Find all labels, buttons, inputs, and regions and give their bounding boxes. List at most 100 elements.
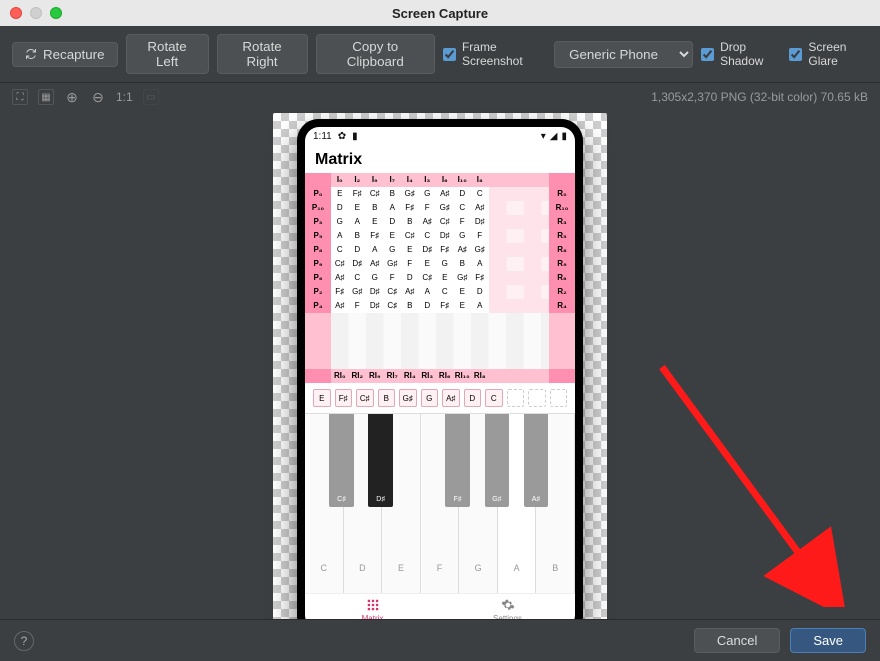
matrix-cell[interactable]: E bbox=[331, 187, 349, 201]
white-key[interactable]: G bbox=[459, 414, 498, 593]
white-key[interactable]: C bbox=[305, 414, 344, 593]
matrix-cell[interactable]: A bbox=[366, 243, 384, 257]
matrix-cell[interactable]: F♯ bbox=[436, 299, 454, 313]
matrix-cell[interactable]: C♯ bbox=[384, 299, 402, 313]
matrix-cell[interactable]: B bbox=[454, 257, 472, 271]
matrix-cell[interactable]: A bbox=[349, 215, 367, 229]
matrix-cell[interactable]: A bbox=[471, 299, 489, 313]
matrix-cell[interactable]: C♯ bbox=[436, 215, 454, 229]
matrix-cell[interactable]: F♯ bbox=[471, 271, 489, 285]
matrix-cell[interactable]: G bbox=[419, 187, 437, 201]
zoom-fit-icon[interactable]: ⛶ bbox=[12, 89, 28, 105]
matrix-cell[interactable]: A bbox=[331, 229, 349, 243]
matrix-cell[interactable]: C bbox=[454, 201, 472, 215]
matrix-cell[interactable]: C♯ bbox=[366, 187, 384, 201]
note-chip[interactable]: C♯ bbox=[356, 389, 374, 407]
matrix-cell[interactable]: D bbox=[331, 201, 349, 215]
matrix-cell[interactable]: G♯ bbox=[384, 257, 402, 271]
matrix-cell[interactable]: B bbox=[401, 215, 419, 229]
matrix-cell[interactable]: G♯ bbox=[436, 201, 454, 215]
matrix-cell[interactable]: D bbox=[471, 285, 489, 299]
matrix-cell[interactable]: A bbox=[419, 285, 437, 299]
matrix-cell[interactable]: F♯ bbox=[366, 229, 384, 243]
matrix-cell[interactable]: C bbox=[331, 243, 349, 257]
rotate-right-button[interactable]: Rotate Right bbox=[217, 34, 308, 74]
matrix-cell[interactable]: G♯ bbox=[349, 285, 367, 299]
matrix-cell[interactable]: C♯ bbox=[419, 271, 437, 285]
matrix-cell[interactable]: G bbox=[436, 257, 454, 271]
frame-checkbox-input[interactable] bbox=[443, 48, 456, 61]
matrix-cell[interactable]: D bbox=[349, 243, 367, 257]
white-key[interactable]: F bbox=[421, 414, 460, 593]
matrix-cell[interactable]: F♯ bbox=[436, 243, 454, 257]
device-select[interactable]: Generic Phone bbox=[554, 41, 693, 68]
matrix-cell[interactable]: F♯ bbox=[401, 201, 419, 215]
matrix-cell[interactable]: E bbox=[454, 285, 472, 299]
matrix-cell[interactable]: C♯ bbox=[384, 285, 402, 299]
matrix-cell[interactable]: A bbox=[384, 201, 402, 215]
note-chip-empty[interactable] bbox=[528, 389, 546, 407]
matrix-cell[interactable]: A♯ bbox=[331, 271, 349, 285]
matrix-cell[interactable]: F bbox=[349, 299, 367, 313]
matrix-cell[interactable]: G♯ bbox=[454, 271, 472, 285]
note-chip[interactable]: G bbox=[421, 389, 439, 407]
matrix-cell[interactable]: E bbox=[436, 271, 454, 285]
matrix-cell[interactable]: G♯ bbox=[471, 243, 489, 257]
grid-icon[interactable]: ▦ bbox=[38, 89, 54, 105]
matrix-cell[interactable]: A♯ bbox=[401, 285, 419, 299]
matrix-cell[interactable]: G bbox=[454, 229, 472, 243]
matrix-cell[interactable]: C bbox=[436, 285, 454, 299]
note-chip[interactable]: A♯ bbox=[442, 389, 460, 407]
matrix-cell[interactable]: F bbox=[471, 229, 489, 243]
matrix-cell[interactable]: B bbox=[349, 229, 367, 243]
note-chip[interactable]: G♯ bbox=[399, 389, 417, 407]
matrix-cell[interactable]: A♯ bbox=[331, 299, 349, 313]
matrix-cell[interactable]: B bbox=[401, 299, 419, 313]
matrix-cell[interactable]: D♯ bbox=[419, 243, 437, 257]
matrix-cell[interactable]: G bbox=[366, 271, 384, 285]
save-button[interactable]: Save bbox=[790, 628, 866, 653]
matrix-cell[interactable]: C♯ bbox=[401, 229, 419, 243]
matrix-cell[interactable]: B bbox=[366, 201, 384, 215]
frame-checkbox[interactable]: Frame Screenshot bbox=[443, 40, 546, 68]
matrix-cell[interactable]: D♯ bbox=[366, 299, 384, 313]
copy-clipboard-button[interactable]: Copy to Clipboard bbox=[316, 34, 435, 74]
matrix-cell[interactable]: B bbox=[384, 187, 402, 201]
matrix-cell[interactable]: E bbox=[419, 257, 437, 271]
matrix-cell[interactable]: F bbox=[419, 201, 437, 215]
matrix-cell[interactable]: A♯ bbox=[436, 187, 454, 201]
matrix-cell[interactable]: F bbox=[401, 257, 419, 271]
matrix-cell[interactable]: D♯ bbox=[349, 257, 367, 271]
matrix-cell[interactable]: D bbox=[454, 187, 472, 201]
cancel-button[interactable]: Cancel bbox=[694, 628, 780, 653]
matrix-cell[interactable]: A♯ bbox=[454, 243, 472, 257]
note-chip[interactable]: E bbox=[313, 389, 331, 407]
note-chip[interactable]: F♯ bbox=[335, 389, 353, 407]
tab-settings[interactable]: Settings bbox=[440, 594, 575, 619]
help-button[interactable]: ? bbox=[14, 631, 34, 651]
white-key[interactable]: A bbox=[498, 414, 537, 593]
shadow-checkbox-input[interactable] bbox=[701, 48, 714, 61]
matrix-cell[interactable]: C bbox=[419, 229, 437, 243]
matrix-cell[interactable]: D♯ bbox=[366, 285, 384, 299]
matrix-cell[interactable]: D bbox=[384, 215, 402, 229]
tab-matrix[interactable]: Matrix bbox=[305, 594, 440, 619]
matrix-cell[interactable]: C♯ bbox=[331, 257, 349, 271]
white-key[interactable]: B bbox=[536, 414, 575, 593]
matrix-cell[interactable]: A bbox=[471, 257, 489, 271]
matrix-cell[interactable]: C bbox=[349, 271, 367, 285]
matrix-cell[interactable]: D♯ bbox=[471, 215, 489, 229]
matrix-cell[interactable]: F♯ bbox=[331, 285, 349, 299]
matrix-cell[interactable]: A♯ bbox=[471, 201, 489, 215]
matrix-cell[interactable]: F♯ bbox=[349, 187, 367, 201]
matrix-cell[interactable]: A♯ bbox=[366, 257, 384, 271]
matrix-cell[interactable]: E bbox=[349, 201, 367, 215]
matrix-cell[interactable]: F bbox=[384, 271, 402, 285]
note-chip-empty[interactable] bbox=[550, 389, 568, 407]
note-chip-empty[interactable] bbox=[507, 389, 525, 407]
matrix-cell[interactable]: E bbox=[454, 299, 472, 313]
matrix-cell[interactable]: C bbox=[471, 187, 489, 201]
note-chip[interactable]: C bbox=[485, 389, 503, 407]
matrix-cell[interactable]: D♯ bbox=[436, 229, 454, 243]
matrix-cell[interactable]: E bbox=[401, 243, 419, 257]
